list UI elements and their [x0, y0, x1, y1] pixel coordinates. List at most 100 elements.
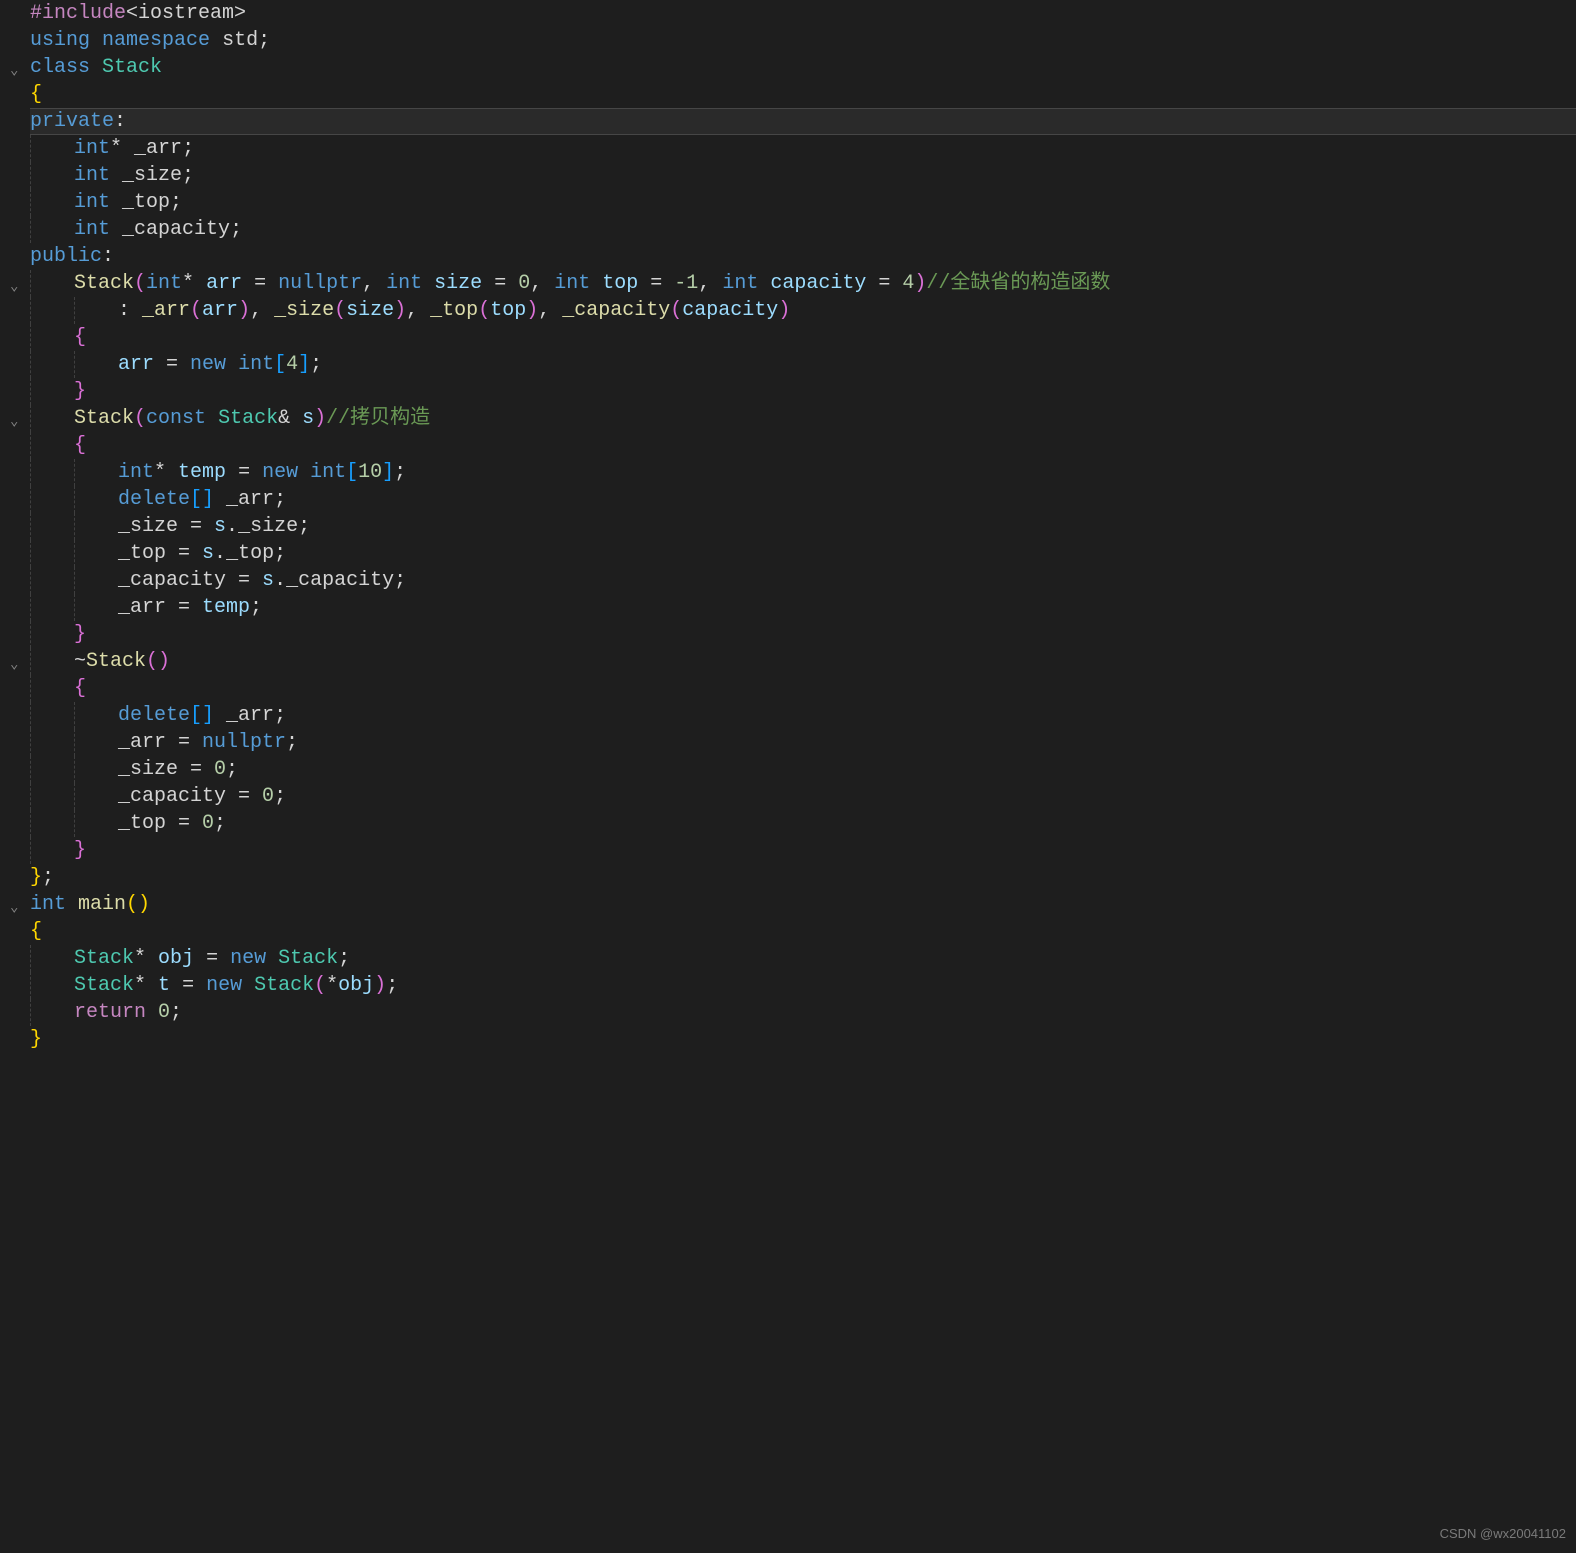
code-line[interactable]: Stack* t = new Stack(*obj); [30, 972, 1576, 999]
token: 0 [214, 756, 226, 783]
code-line[interactable]: { [30, 81, 1576, 108]
token: ; [42, 864, 54, 891]
code-line[interactable]: int* _arr; [30, 135, 1576, 162]
code-line[interactable]: int _top; [30, 189, 1576, 216]
token: { [74, 324, 86, 351]
token [422, 270, 434, 297]
token: arr [118, 351, 154, 378]
token: _capacity [118, 567, 226, 594]
token: _top [430, 297, 478, 324]
token: int [118, 459, 154, 486]
token: obj [338, 972, 374, 999]
token: _top [118, 810, 166, 837]
token: main [78, 891, 126, 918]
token: = [242, 270, 278, 297]
token: int [238, 351, 274, 378]
token: ) [314, 405, 326, 432]
token: ; [214, 810, 226, 837]
token: [ [274, 351, 286, 378]
token [266, 945, 278, 972]
code-line[interactable]: { [30, 324, 1576, 351]
token: delete [118, 702, 190, 729]
code-line[interactable]: _arr = temp; [30, 594, 1576, 621]
token: () [126, 891, 150, 918]
code-line[interactable]: _size = 0; [30, 756, 1576, 783]
token: return [74, 999, 146, 1026]
token: ; [310, 351, 322, 378]
token: = [226, 783, 262, 810]
token: , [530, 270, 554, 297]
code-line[interactable]: } [30, 621, 1576, 648]
code-line[interactable]: _arr = nullptr; [30, 729, 1576, 756]
code-line[interactable]: int* temp = new int[10]; [30, 459, 1576, 486]
token: ; [250, 594, 262, 621]
fold-gutter[interactable]: ⌄⌄⌄⌄⌄ [0, 0, 28, 1553]
token: . [226, 513, 238, 540]
token: : [118, 297, 142, 324]
token: = [170, 972, 206, 999]
code-line[interactable]: }; [30, 864, 1576, 891]
token: ) [374, 972, 386, 999]
code-area[interactable]: #include<iostream>using namespace std;cl… [28, 0, 1576, 1553]
code-line[interactable]: } [30, 378, 1576, 405]
token: 0 [158, 999, 170, 1026]
code-line[interactable]: using namespace std; [30, 27, 1576, 54]
code-line[interactable]: _size = s._size; [30, 513, 1576, 540]
code-line[interactable]: class Stack [30, 54, 1576, 81]
token: Stack [102, 54, 162, 81]
token: { [30, 918, 42, 945]
token [110, 189, 122, 216]
code-editor[interactable]: ⌄⌄⌄⌄⌄ #include<iostream>using namespace … [0, 0, 1576, 1553]
code-line[interactable]: _capacity = 0; [30, 783, 1576, 810]
token: s [202, 540, 214, 567]
token [146, 945, 158, 972]
token: nullptr [202, 729, 286, 756]
code-line[interactable]: { [30, 432, 1576, 459]
token: ; [274, 486, 286, 513]
token: capacity [770, 270, 866, 297]
code-line[interactable]: Stack(int* arr = nullptr, int size = 0, … [30, 270, 1576, 297]
code-line[interactable]: ~Stack() [30, 648, 1576, 675]
code-line[interactable]: delete[] _arr; [30, 486, 1576, 513]
code-line[interactable]: private: [30, 108, 1576, 135]
token: size [346, 297, 394, 324]
token: _capacity [286, 567, 394, 594]
token: obj [158, 945, 194, 972]
code-line[interactable]: int _size; [30, 162, 1576, 189]
code-line[interactable]: } [30, 1026, 1576, 1053]
code-line[interactable]: #include<iostream> [30, 0, 1576, 27]
token: = [166, 810, 202, 837]
token: * [326, 972, 338, 999]
token [214, 486, 226, 513]
token: = [866, 270, 902, 297]
code-line[interactable]: _top = 0; [30, 810, 1576, 837]
token [206, 405, 218, 432]
code-line[interactable]: Stack* obj = new Stack; [30, 945, 1576, 972]
token [122, 135, 134, 162]
code-line[interactable]: : _arr(arr), _size(size), _top(top), _ca… [30, 297, 1576, 324]
code-line[interactable]: delete[] _arr; [30, 702, 1576, 729]
code-line[interactable]: return 0; [30, 999, 1576, 1026]
token: 10 [358, 459, 382, 486]
code-line[interactable]: Stack(const Stack& s)//拷贝构造 [30, 405, 1576, 432]
code-line[interactable]: public: [30, 243, 1576, 270]
code-line[interactable]: { [30, 918, 1576, 945]
code-line[interactable]: arr = new int[4]; [30, 351, 1576, 378]
token: = [482, 270, 518, 297]
token: new [262, 459, 298, 486]
token: = [154, 351, 190, 378]
token: } [74, 837, 86, 864]
token [210, 27, 222, 54]
token: _capacity [118, 783, 226, 810]
token: <iostream> [126, 0, 246, 27]
token: { [74, 432, 86, 459]
token: ) [394, 297, 406, 324]
code-line[interactable]: int _capacity; [30, 216, 1576, 243]
token: ; [258, 27, 270, 54]
code-line[interactable]: { [30, 675, 1576, 702]
code-line[interactable]: int main() [30, 891, 1576, 918]
token: new [206, 972, 242, 999]
code-line[interactable]: _capacity = s._capacity; [30, 567, 1576, 594]
code-line[interactable]: } [30, 837, 1576, 864]
code-line[interactable]: _top = s._top; [30, 540, 1576, 567]
